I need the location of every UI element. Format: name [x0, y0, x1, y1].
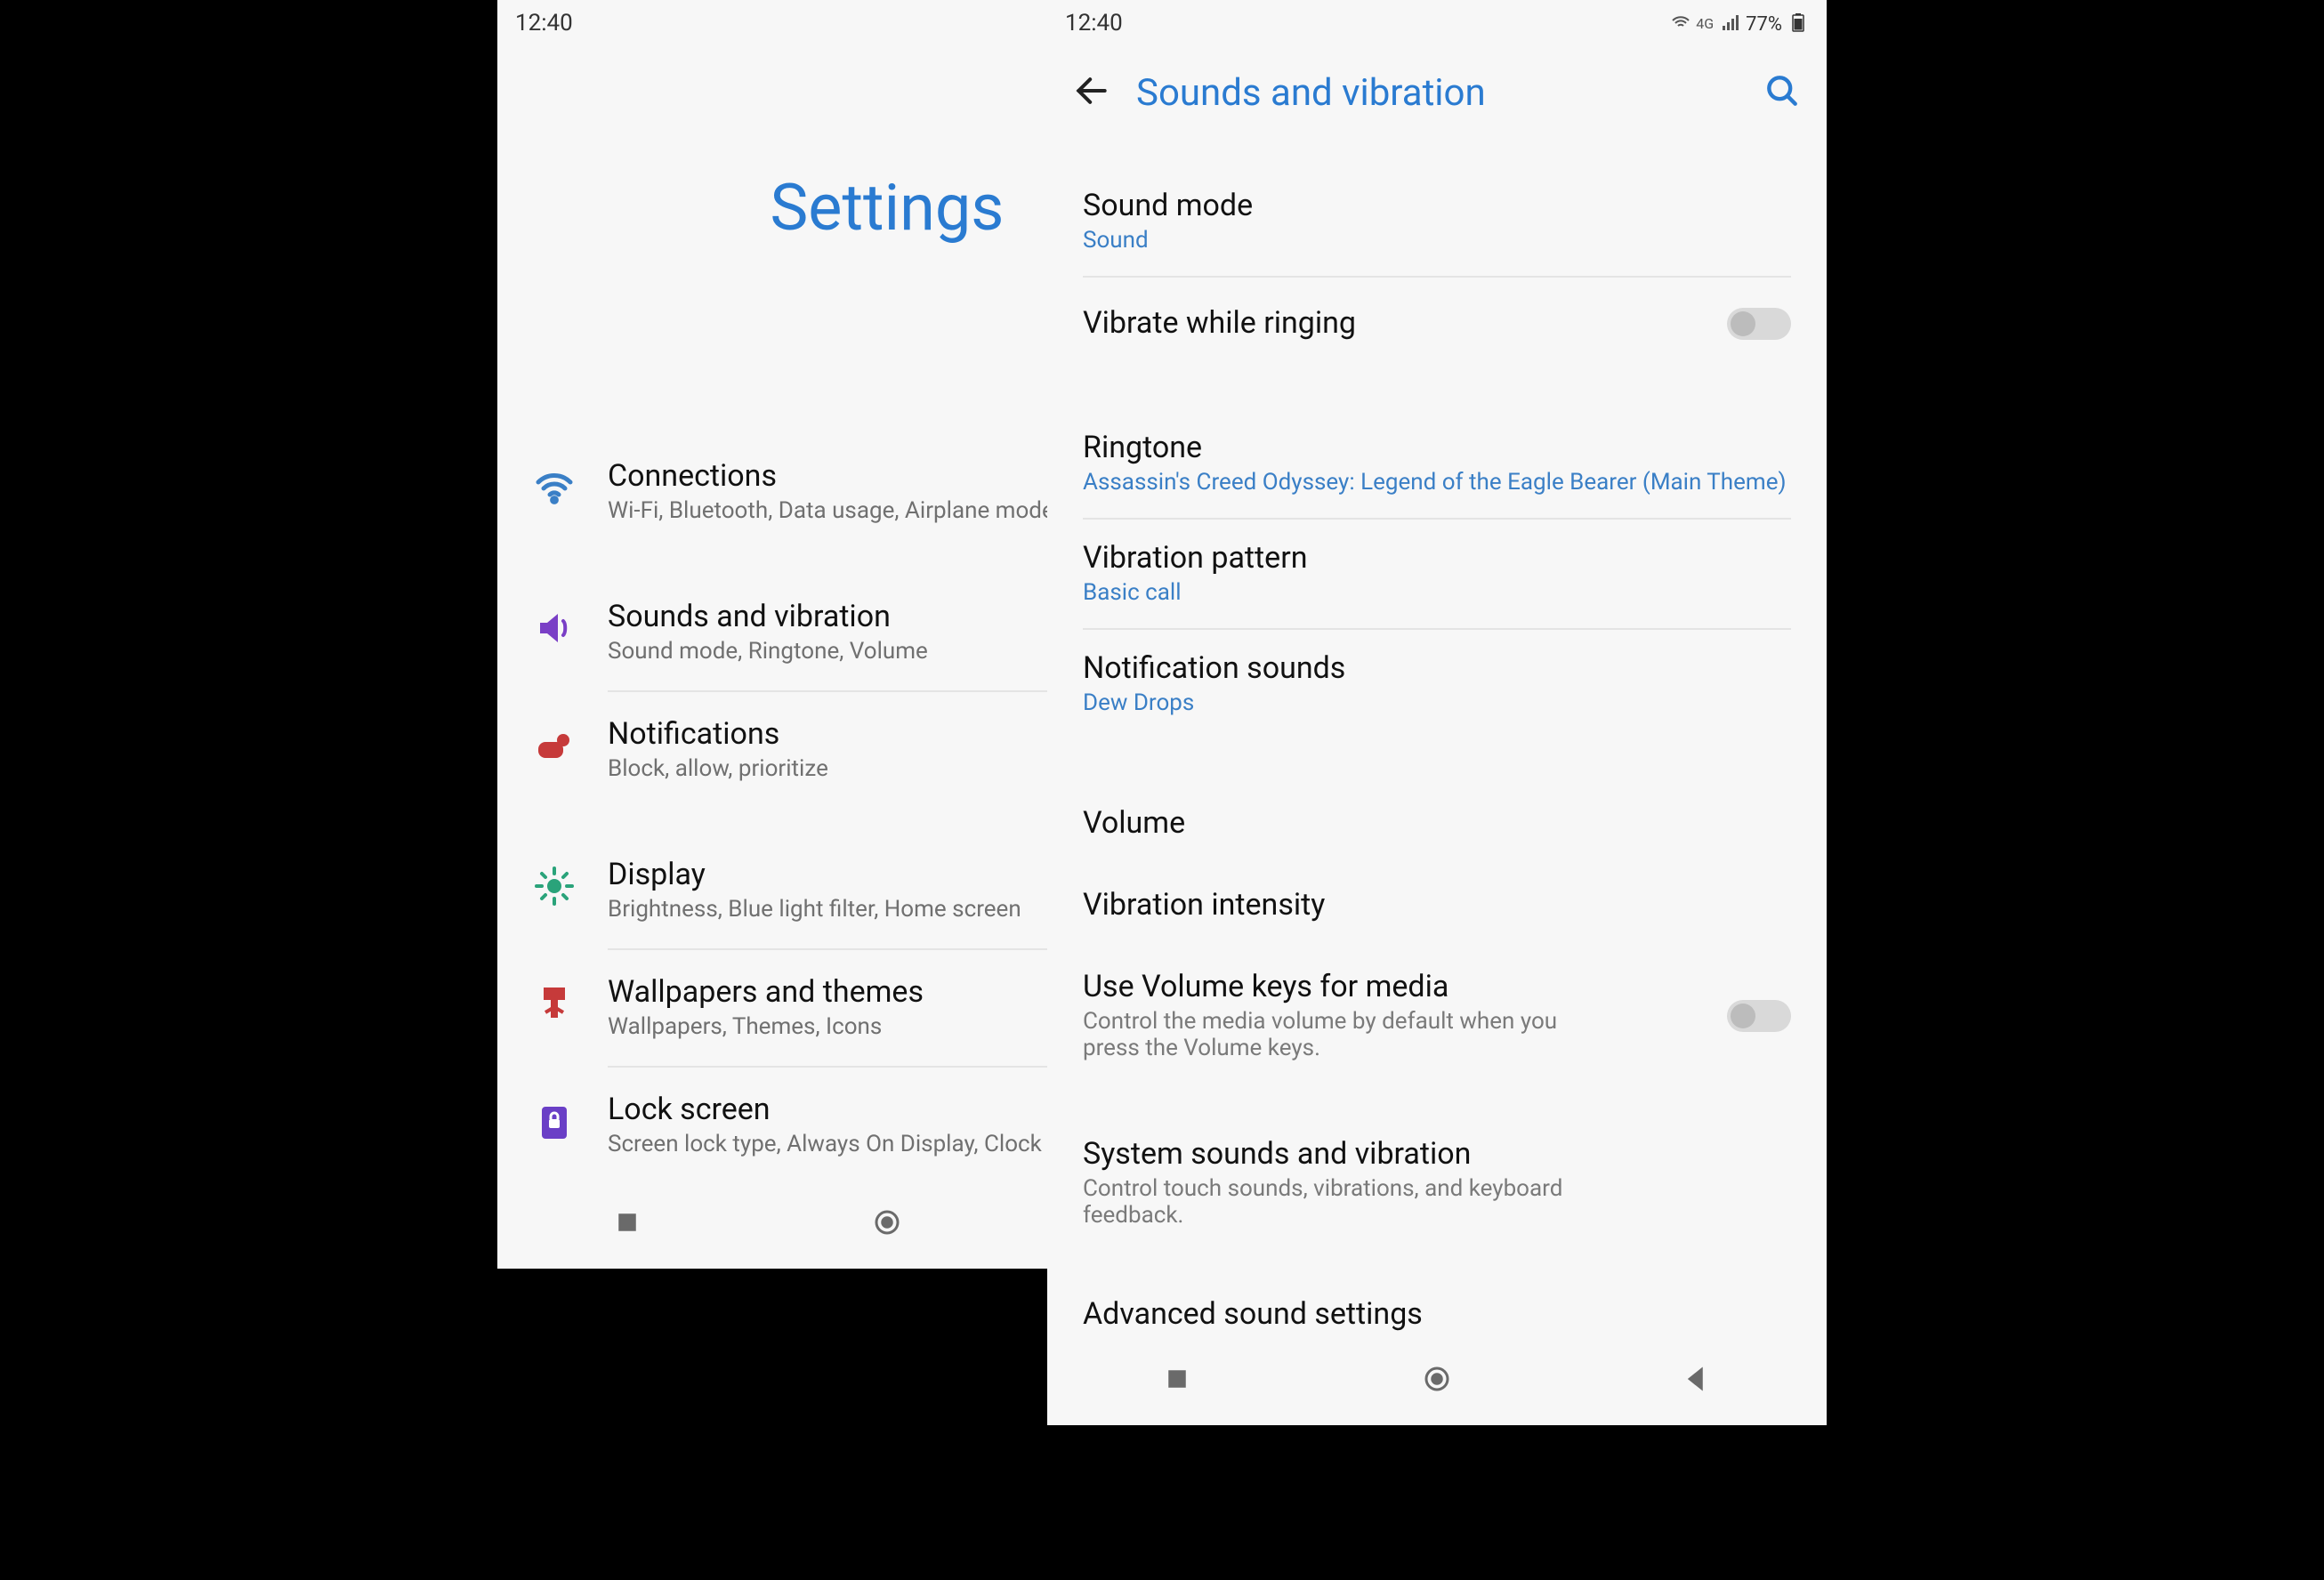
sounds-vibration-screen: 12:40 4G 77% Sounds and vibration Sound …: [1047, 0, 1827, 1425]
back-icon[interactable]: [1072, 71, 1111, 117]
notifications-icon: [533, 724, 576, 767]
wallpaper-icon: [533, 982, 576, 1025]
home-button[interactable]: [871, 1206, 903, 1245]
sound-icon: [533, 607, 576, 649]
pref-title: Vibration intensity: [1083, 888, 1791, 923]
battery-text: 77%: [1746, 12, 1782, 35]
pref-ringtone[interactable]: Ringtone Assassin's Creed Odyssey: Legen…: [1047, 409, 1827, 518]
pref-volume[interactable]: Volume: [1047, 781, 1827, 867]
pref-value: Basic call: [1083, 580, 1791, 607]
wifi-status-icon: [1669, 12, 1691, 34]
status-time: 12:40: [515, 10, 573, 36]
pref-title: Advanced sound settings: [1083, 1297, 1791, 1333]
pref-notification-sounds[interactable]: Notification sounds Dew Drops: [1047, 630, 1827, 738]
status-bar: 12:40 4G 77%: [1047, 0, 1827, 46]
pref-desc: Control touch sounds, vibrations, and ke…: [1083, 1176, 1617, 1229]
pref-vibration-intensity[interactable]: Vibration intensity: [1047, 867, 1827, 948]
pref-title: Vibration pattern: [1083, 541, 1791, 576]
display-icon: [533, 865, 576, 907]
status-time: 12:40: [1065, 10, 1123, 36]
pref-vibrate-while-ringing[interactable]: Vibrate while ringing: [1047, 278, 1827, 370]
nav-bar: [1047, 1340, 1827, 1425]
pref-title: Sound mode: [1083, 189, 1791, 224]
pref-vibration-pattern[interactable]: Vibration pattern Basic call: [1047, 520, 1827, 628]
wifi-icon: [533, 466, 576, 509]
network-label: 4G: [1696, 15, 1714, 31]
toggle-switch[interactable]: [1727, 308, 1791, 340]
pref-advanced-sound[interactable]: Advanced sound settings: [1047, 1276, 1827, 1340]
back-button[interactable]: [1681, 1363, 1713, 1402]
appbar-title: Sounds and vibration: [1136, 73, 1738, 116]
recents-button[interactable]: [611, 1206, 643, 1245]
pref-system-sounds[interactable]: System sounds and vibration Control touc…: [1047, 1116, 1827, 1251]
search-icon[interactable]: [1763, 71, 1802, 117]
pref-title: Volume: [1083, 806, 1791, 842]
pref-value: Assassin's Creed Odyssey: Legend of the …: [1083, 470, 1791, 496]
pref-title: Vibrate while ringing: [1083, 306, 1791, 342]
pref-title: Notification sounds: [1083, 651, 1791, 687]
pref-desc: Control the media volume by default when…: [1083, 1009, 1617, 1062]
app-bar: Sounds and vibration: [1047, 46, 1827, 135]
screen2-content: Sound mode Sound Vibrate while ringing R…: [1047, 135, 1827, 1340]
pref-sound-mode[interactable]: Sound mode Sound: [1047, 167, 1827, 276]
pref-title: Ringtone: [1083, 431, 1791, 466]
pref-title: Use Volume keys for media: [1083, 970, 1791, 1005]
toggle-switch[interactable]: [1727, 1000, 1791, 1032]
battery-icon: [1787, 12, 1809, 34]
signal-icon: [1719, 12, 1740, 34]
pref-value: Sound: [1083, 228, 1791, 254]
home-button[interactable]: [1421, 1363, 1453, 1402]
lock-icon: [533, 1100, 576, 1142]
pref-volume-keys-media[interactable]: Use Volume keys for media Control the me…: [1047, 948, 1827, 1084]
pref-title: System sounds and vibration: [1083, 1137, 1791, 1173]
pref-value: Dew Drops: [1083, 690, 1791, 717]
status-right: 4G 77%: [1669, 12, 1809, 35]
recents-button[interactable]: [1161, 1363, 1193, 1402]
